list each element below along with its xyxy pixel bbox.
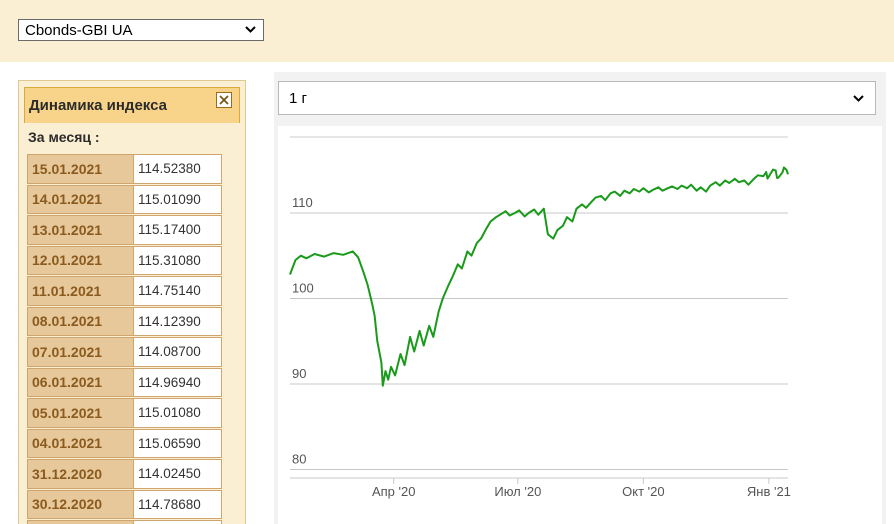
table-row: 11.01.2021 114.75140 xyxy=(27,275,222,306)
y-tick-label: 110 xyxy=(292,195,313,210)
x-tick-label: Апр '20 xyxy=(372,484,416,499)
table-row: 08.01.2021 114.12390 xyxy=(27,306,222,336)
table-row: 14.01.2021 115.01090 xyxy=(27,184,222,214)
index-dynamics-panel: Динамика индекса За месяц : 15.01.2021 11… xyxy=(18,80,246,524)
row-value: 114.78680 xyxy=(133,489,222,519)
panel-header: Динамика индекса xyxy=(24,87,240,123)
period-label: За месяц : xyxy=(28,129,100,145)
y-tick-label: 90 xyxy=(292,366,306,381)
index-line-chart: 80 90 100 110 Апр '20 Июл '20 Окт '20 Янв '21 xyxy=(289,136,791,499)
y-tick-label: 100 xyxy=(292,280,314,295)
index-select[interactable]: Cbonds-GBI UA xyxy=(18,19,264,41)
close-icon[interactable] xyxy=(216,92,232,108)
top-bar: Cbonds-GBI UA xyxy=(0,0,894,62)
row-date[interactable]: 15.01.2021 xyxy=(27,154,133,184)
row-value: 115.01090 xyxy=(133,184,222,214)
row-date[interactable]: 06.01.2021 xyxy=(27,367,133,397)
table-row: 15.01.2021 114.52380 xyxy=(27,153,222,184)
x-tick-label: Окт '20 xyxy=(622,484,664,499)
period-select[interactable]: 1 г xyxy=(278,81,876,115)
series-line xyxy=(289,166,789,387)
chart-container: 1 г 80 90 100 110 Апр '20 Июл '20 Окт '20 Янв '… xyxy=(274,72,886,524)
row-date[interactable]: 11.01.2021 xyxy=(27,276,133,306)
row-value: 115.31080 xyxy=(133,245,222,275)
table-row: 29.12.2020114.50000 xyxy=(27,519,222,524)
row-date[interactable]: 04.01.2021 xyxy=(27,428,133,458)
row-date[interactable]: 12.01.2021 xyxy=(27,245,133,275)
y-tick-label: 80 xyxy=(292,451,306,466)
row-value: 114.08700 xyxy=(133,337,222,367)
row-value: 114.52380 xyxy=(133,154,222,184)
row-date[interactable]: 14.01.2021 xyxy=(27,184,133,214)
table-row: 31.12.2020 114.02450 xyxy=(27,458,222,489)
table-row: 12.01.2021 115.31080 xyxy=(27,245,222,275)
table-row: 13.01.2021 115.17400 xyxy=(27,214,222,245)
row-value: 114.12390 xyxy=(133,306,222,336)
x-tick-label: Янв '21 xyxy=(747,484,791,499)
row-value: 114.50000 xyxy=(133,520,222,524)
period-select-value: 1 г xyxy=(289,89,307,107)
table-row: 30.12.2020 114.78680 xyxy=(27,489,222,519)
row-value: 115.17400 xyxy=(133,215,222,245)
panel-title: Динамика индекса xyxy=(29,97,167,114)
x-tick-label: Июл '20 xyxy=(494,484,541,499)
row-date[interactable]: 08.01.2021 xyxy=(27,306,133,336)
row-value: 114.96940 xyxy=(133,367,222,397)
index-values-table: 15.01.2021 114.52380 14.01.2021 115.01090 13… xyxy=(27,153,222,524)
table-row: 06.01.2021 114.96940 xyxy=(27,367,222,397)
chevron-down-icon xyxy=(852,92,865,109)
row-date[interactable]: 07.01.2021 xyxy=(27,337,133,367)
row-value: 114.02450 xyxy=(133,459,222,489)
table-row: 07.01.2021 114.08700 xyxy=(27,336,222,367)
chevron-down-icon xyxy=(244,23,257,40)
row-value: 114.75140 xyxy=(133,276,222,306)
row-date[interactable]: 29.12.2020 xyxy=(27,520,133,524)
row-value: 115.06590 xyxy=(133,428,222,458)
row-date[interactable]: 31.12.2020 xyxy=(27,459,133,489)
chart-area: 80 90 100 110 Апр '20 Июл '20 Окт '20 Янв '21 xyxy=(278,126,882,524)
table-row: 04.01.2021 115.06590 xyxy=(27,428,222,458)
row-date[interactable]: 13.01.2021 xyxy=(27,215,133,245)
row-date[interactable]: 30.12.2020 xyxy=(27,489,133,519)
index-select-value: Cbonds-GBI UA xyxy=(25,21,133,39)
row-value: 115.01080 xyxy=(133,398,222,428)
row-date[interactable]: 05.01.2021 xyxy=(27,398,133,428)
table-row: 05.01.2021 115.01080 xyxy=(27,397,222,428)
